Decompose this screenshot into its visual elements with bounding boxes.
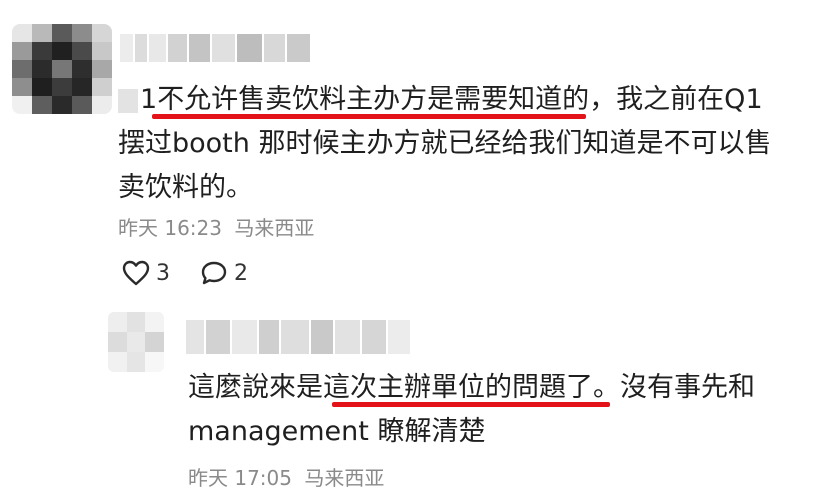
reply-line-1-tail: 。沒有事先和 xyxy=(593,372,755,403)
comment-timestamp: 昨天 16:23 xyxy=(118,216,222,240)
redacted-mention xyxy=(118,88,138,113)
replier-username-redacted[interactable] xyxy=(186,320,410,354)
highlight-underline xyxy=(152,114,586,119)
comment-line-3: 卖饮料的。 xyxy=(118,172,253,203)
comment-location: 马来西亚 xyxy=(234,216,315,240)
comment-meta: 昨天 16:23 马来西亚 xyxy=(118,212,314,241)
reply-meta: 昨天 17:05 马来西亚 xyxy=(188,462,384,491)
reply-button[interactable]: 2 xyxy=(200,260,248,286)
heart-outline-icon xyxy=(122,260,150,286)
commenter-username-redacted[interactable] xyxy=(120,34,310,62)
comment-line-1-tail: ，我之前在Q1 xyxy=(589,84,763,115)
commenter-avatar[interactable] xyxy=(12,24,112,114)
reply-timestamp: 昨天 17:05 xyxy=(188,466,292,490)
like-count: 3 xyxy=(156,260,170,286)
reply-highlight-underline xyxy=(332,402,610,407)
comment-highlight: 不允许售卖饮料主办方是需要知道的 xyxy=(157,84,590,115)
comment-body: 1不允许售卖饮料主办方是需要知道的，我之前在Q1 摆过booth 那时候主办方就… xyxy=(118,78,818,210)
comment-line-2: 摆过booth 那时候主办方就已经给我们知道是不可以售 xyxy=(118,128,772,159)
speech-bubble-icon xyxy=(201,261,227,285)
reply-location: 马来西亚 xyxy=(304,466,385,490)
reply-highlight: 這次主辦單位的問題了 xyxy=(323,372,593,403)
comment-line-1-lead: 1 xyxy=(140,84,158,115)
reply-count: 2 xyxy=(234,260,248,286)
reply-body: 這麼說來是這次主辦單位的問題了。沒有事先和 management 瞭解清楚 xyxy=(188,366,828,454)
like-button[interactable]: 3 xyxy=(122,260,170,286)
replier-avatar[interactable] xyxy=(108,312,164,372)
reply-line-2: management 瞭解清楚 xyxy=(188,416,486,447)
reply-line-1-lead: 這麼說來是 xyxy=(188,372,323,403)
